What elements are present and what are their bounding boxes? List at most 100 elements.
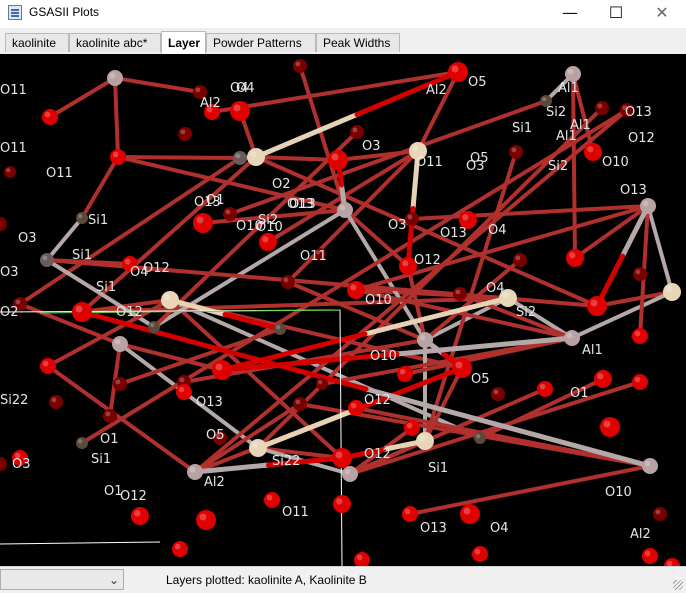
atom-highlight — [42, 360, 49, 367]
bond — [571, 72, 577, 260]
bond — [113, 76, 202, 94]
oxygen-atom — [350, 125, 364, 139]
oxygen-atom — [642, 548, 658, 564]
oxygen-atom — [594, 370, 612, 388]
atom-label: O12 — [116, 305, 143, 320]
atom-highlight — [233, 104, 241, 112]
bond — [48, 76, 117, 119]
atom-label: O11 — [282, 505, 309, 520]
oxygen-atom — [537, 381, 553, 397]
atom-label: O11 — [416, 155, 443, 170]
atom-highlight — [252, 442, 259, 449]
atom-highlight — [566, 332, 573, 339]
aluminum-atom — [233, 151, 247, 165]
oxygen-atom — [509, 145, 523, 159]
atom-highlight — [44, 111, 51, 118]
atom-highlight — [295, 399, 301, 405]
crystal-structure-plot[interactable]: O4 O5 Al2 Al1 O11 O13 O12 O10 Si1 Si2 O3 O2 O1 O13 Si1… — [0, 54, 686, 566]
oxygen-atom — [452, 358, 472, 378]
oxygen-atom — [448, 62, 468, 82]
atom-highlight — [262, 236, 269, 243]
minimize-button[interactable]: — — [547, 0, 593, 28]
oxygen-atom — [49, 395, 63, 409]
atom-label: Si22 — [0, 393, 28, 408]
aluminum-atom — [565, 66, 581, 82]
atom-highlight — [235, 153, 241, 159]
tab-layer[interactable]: Layer — [161, 31, 206, 54]
oxygen-atom — [453, 287, 467, 301]
oxygen-atom — [176, 384, 192, 400]
maximize-button[interactable]: ☐ — [593, 0, 639, 28]
bond — [113, 76, 120, 159]
tab-kaolinite-abc[interactable]: kaolinite abc* — [69, 33, 161, 52]
atom-highlight — [515, 255, 521, 261]
atom-highlight — [195, 87, 201, 93]
atom-highlight — [283, 277, 289, 283]
tab-peak-widths[interactable]: Peak Widths — [316, 33, 400, 52]
atom-highlight — [655, 509, 661, 515]
aluminum-atom — [564, 330, 580, 346]
atom-highlight — [180, 129, 186, 135]
atom-highlight — [644, 460, 651, 467]
atom-highlight — [590, 299, 598, 307]
oxygen-atom — [632, 374, 648, 390]
atom-highlight — [318, 380, 323, 385]
layer-select[interactable]: ⌄ — [0, 569, 124, 590]
atom-highlight — [539, 383, 546, 390]
silicon-atom — [474, 432, 486, 444]
atom-highlight — [189, 466, 196, 473]
atom-highlight — [587, 146, 594, 153]
oxygen-atom — [491, 387, 505, 401]
oxygen-atom — [0, 217, 7, 231]
silicon-atom — [274, 323, 286, 335]
silicon-atom — [76, 437, 88, 449]
atom-highlight — [75, 305, 83, 313]
unit-cell-outline — [0, 309, 343, 566]
atom-label: O4 — [236, 81, 255, 96]
atom-label: O13 — [194, 195, 221, 210]
atom-highlight — [6, 168, 11, 173]
atom-highlight — [493, 389, 499, 395]
oxygen-atom — [172, 541, 188, 557]
atom-highlight — [42, 255, 48, 261]
oxygen-atom — [4, 166, 16, 178]
aluminum-atom — [112, 336, 128, 352]
atom-highlight — [199, 513, 207, 521]
oxygen-atom — [293, 397, 307, 411]
atom-label: Si1 — [72, 248, 92, 263]
atom-label: O3 — [12, 457, 31, 472]
oxygen-atom — [223, 207, 237, 221]
atom-label: Al1 — [558, 81, 579, 96]
atom-label: O13 — [420, 521, 447, 536]
atom-label: O4 — [490, 521, 509, 536]
atom-label: O11 — [46, 166, 73, 181]
tab-powder-patterns[interactable]: Powder Patterns — [206, 33, 316, 52]
atom-label: O2 — [0, 305, 19, 320]
atom-label: O13 — [620, 183, 647, 198]
atom-label: Si22 — [272, 454, 300, 469]
tab-kaolinite[interactable]: kaolinite — [5, 33, 69, 52]
atom-label: O12 — [120, 489, 147, 504]
aluminum-atom — [342, 466, 358, 482]
atom-highlight — [344, 468, 351, 475]
oxygen-atom — [178, 127, 192, 141]
atom-label: O4 — [130, 265, 149, 280]
oxygen-atom — [513, 253, 527, 267]
aluminum-atom — [640, 198, 656, 214]
close-button[interactable]: ✕ — [639, 0, 685, 28]
atom-highlight — [399, 368, 406, 375]
plot-canvas[interactable]: O4 O5 Al2 Al1 O11 O13 O12 O10 Si1 Si2 O3 O2 O1 O13 Si1… — [0, 54, 686, 566]
atom-highlight — [455, 289, 461, 295]
oxygen-atom — [633, 267, 647, 281]
status-text: Layers plotted: kaolinite A, Kaolinite B — [166, 573, 367, 587]
atom-label: O10 — [605, 485, 632, 500]
atom-highlight — [112, 151, 119, 158]
bond — [116, 155, 242, 160]
atom-highlight — [150, 323, 155, 328]
atom-label: O12 — [628, 131, 655, 146]
chevron-down-icon[interactable]: ⌄ — [109, 570, 119, 590]
atom-highlight — [634, 330, 641, 337]
atom-highlight — [339, 204, 346, 211]
atom-highlight — [476, 434, 481, 439]
resize-grip-icon[interactable] — [673, 580, 683, 590]
